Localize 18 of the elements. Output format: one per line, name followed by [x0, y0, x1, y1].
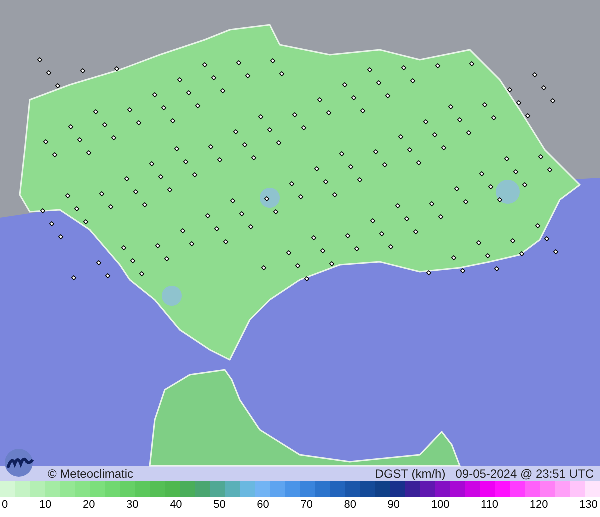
scale-tick-label: 60	[257, 500, 270, 511]
scale-tick-label: 20	[82, 500, 96, 511]
scale-tick-label: 110	[481, 500, 499, 511]
scale-tick-label: 30	[126, 500, 139, 511]
scale-tick-label: 80	[344, 500, 356, 511]
scale-tick-label: 50	[214, 500, 226, 511]
scale-tick-label: 10	[39, 500, 52, 511]
scale-tick-label: 0	[2, 500, 8, 511]
scale-tick-label: 100	[431, 500, 450, 511]
variable-label: DGST (km/h)	[375, 468, 446, 480]
scale-tick-label: 40	[170, 500, 182, 511]
logo-icon	[4, 448, 34, 478]
scale-tick-label: 90	[388, 500, 400, 511]
scale-tick-label: 70	[300, 500, 313, 511]
credit-text: © Meteoclimatic	[48, 468, 134, 480]
scale-tick-label: 130	[580, 500, 598, 511]
timestamp: 09-05-2024 @ 23:51 UTC	[456, 468, 594, 480]
scale-tick-label: 120	[530, 500, 548, 511]
